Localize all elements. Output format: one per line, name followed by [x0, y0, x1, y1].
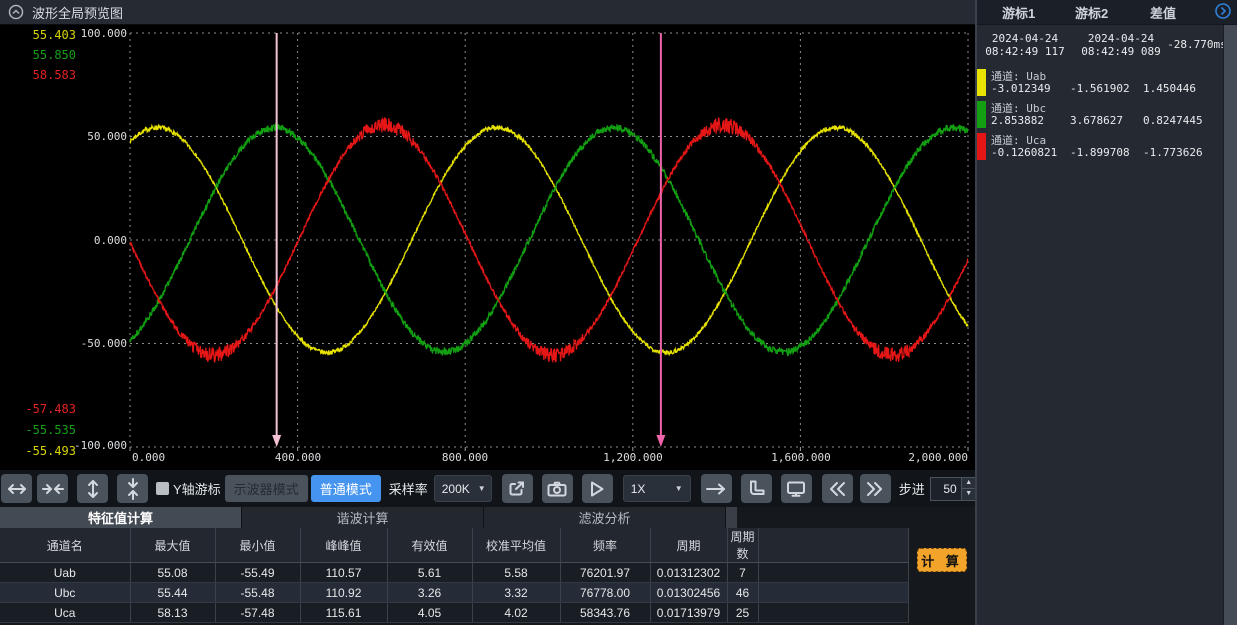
- difference-header: 差值: [1150, 3, 1176, 22]
- channel-color-ubc: [977, 101, 986, 128]
- wave-uca: [130, 117, 968, 361]
- x-tick-1600: 1,600.000: [771, 451, 831, 464]
- oscilloscope-mode-button[interactable]: 示波器模式: [225, 475, 308, 502]
- sample-rate-select[interactable]: 200K▼: [434, 475, 492, 502]
- channel-color-uab: [977, 69, 986, 96]
- title-bar: 波形全局预览图: [0, 0, 975, 25]
- h-expand-button[interactable]: [1, 474, 32, 503]
- caret-down-icon: ▼: [478, 484, 486, 493]
- plot-grid: [130, 33, 968, 451]
- h-compress-button[interactable]: [37, 474, 68, 503]
- cursor-difference: -28.770ms: [1167, 32, 1227, 63]
- step-back-button[interactable]: [822, 474, 853, 503]
- x-tick-2000: 2,000.000: [908, 451, 968, 464]
- left-section: 波形全局预览图 55.403 55.850 58.583 -57.483 -55…: [0, 0, 975, 625]
- x-tick-0: 0.000: [132, 451, 165, 464]
- cursor2-header: 游标2: [1075, 3, 1150, 22]
- cursor1-timestamp: 2024-04-24 08:42:49 117: [975, 32, 1075, 63]
- y-tick-n100: -100.000: [0, 439, 127, 452]
- collapse-up-icon[interactable]: [8, 4, 24, 20]
- panel-collapse-icon[interactable]: [1214, 2, 1232, 20]
- calculate-button[interactable]: 计 算: [917, 548, 967, 572]
- spinner-up-icon[interactable]: ▲: [962, 478, 976, 490]
- toolbar: Y轴游标 示波器模式 普通模式 采样率 200K▼ 1X▼: [0, 470, 975, 507]
- table-row-uab: Uab 55.08 -55.49 110.57 5.61 5.58 76201.…: [0, 563, 908, 583]
- v-expand-button[interactable]: [77, 474, 108, 503]
- channel-row-uca: 通道: Uca -0.1260821 -1.899708 -1.773626: [977, 131, 1237, 162]
- y-axis-cursor-label: Y轴游标: [173, 479, 221, 498]
- cursor-panel: 游标1 游标2 差值 2024-04-24 08:42:49 117 2024-…: [975, 0, 1237, 625]
- bottom-tab-bar: 特征值计算 谐波计算 滤波分析: [0, 507, 975, 528]
- waveform-plot[interactable]: [130, 33, 968, 447]
- cursor-times-row: 2024-04-24 08:42:49 117 2024-04-24 08:42…: [977, 25, 1237, 63]
- zoom-select[interactable]: 1X▼: [623, 475, 691, 502]
- spinner-down-icon[interactable]: ▼: [962, 489, 976, 500]
- y-tick-n50: -50.000: [0, 337, 127, 350]
- waveform-app: 波形全局预览图 55.403 55.850 58.583 -57.483 -55…: [0, 0, 1237, 625]
- max-label-uca: 58.583: [0, 68, 76, 82]
- camera-button[interactable]: [542, 474, 573, 503]
- y-tick-50: 50.000: [0, 130, 127, 143]
- panel-scrollbar[interactable]: [1223, 25, 1237, 625]
- page-title: 波形全局预览图: [32, 3, 123, 22]
- tab-harmonic-calc[interactable]: 谐波计算: [242, 507, 484, 528]
- table-header-row: 通道名 最大值 最小值 峰峰值 有效值 校准平均值 频率 周期 周期数: [0, 528, 908, 563]
- cursor-1[interactable]: [272, 33, 281, 447]
- stats-table: 通道名 最大值 最小值 峰峰值 有效值 校准平均值 频率 周期 周期数 Uab …: [0, 528, 909, 623]
- caret-down-icon: ▼: [675, 484, 683, 493]
- normal-mode-button[interactable]: 普通模式: [311, 475, 381, 502]
- y-axis-cursor-checkbox[interactable]: [156, 482, 169, 495]
- stats-table-zone: 通道名 最大值 最小值 峰峰值 有效值 校准平均值 频率 周期 周期数 Uab …: [0, 528, 975, 625]
- arrow-right-button[interactable]: [701, 474, 732, 503]
- channel-row-ubc: 通道: Ubc 2.853882 3.678627 0.8247445: [977, 99, 1237, 130]
- monitor-button[interactable]: [781, 474, 812, 503]
- y-tick-0: 0.000: [0, 234, 127, 247]
- step-value[interactable]: 50: [931, 478, 961, 500]
- sample-rate-label: 采样率: [389, 479, 428, 498]
- x-tick-1200: 1,200.000: [603, 451, 663, 464]
- ruler-button[interactable]: [741, 474, 772, 503]
- x-tick-800: 800.000: [442, 451, 488, 464]
- step-forward-button[interactable]: [860, 474, 891, 503]
- cursor1-header: 游标1: [1002, 3, 1075, 22]
- table-row-ubc: Ubc 55.44 -55.48 110.92 3.26 3.32 76778.…: [0, 583, 908, 603]
- play-button[interactable]: [582, 474, 613, 503]
- max-label-ubc: 55.850: [0, 48, 76, 62]
- tab-feature-calc[interactable]: 特征值计算: [0, 507, 242, 528]
- plot-area: 55.403 55.850 58.583 -57.483 -55.535 -55…: [0, 25, 975, 470]
- channel-row-uab: 通道: Uab -3.012349 -1.561902 1.450446: [977, 67, 1237, 98]
- channel-color-uca: [977, 133, 986, 160]
- min-label-ubc: -55.535: [0, 423, 76, 437]
- table-row-uca: Uca 58.13 -57.48 115.61 4.05 4.02 58343.…: [0, 603, 908, 623]
- min-label-uca: -57.483: [0, 402, 76, 416]
- tab-filter-analysis[interactable]: 滤波分析: [484, 507, 726, 528]
- step-spinner[interactable]: 50 ▲ ▼: [930, 477, 977, 501]
- export-button[interactable]: [502, 474, 533, 503]
- cursor2-timestamp: 2024-04-24 08:42:49 089: [1075, 32, 1167, 63]
- cursor-panel-header: 游标1 游标2 差值: [977, 0, 1237, 25]
- y-tick-100: 100.000: [0, 27, 127, 40]
- v-compress-button[interactable]: [117, 474, 148, 503]
- x-tick-400: 400.000: [275, 451, 321, 464]
- tab-bar-cap: [726, 507, 737, 528]
- step-label: 步进: [899, 479, 925, 498]
